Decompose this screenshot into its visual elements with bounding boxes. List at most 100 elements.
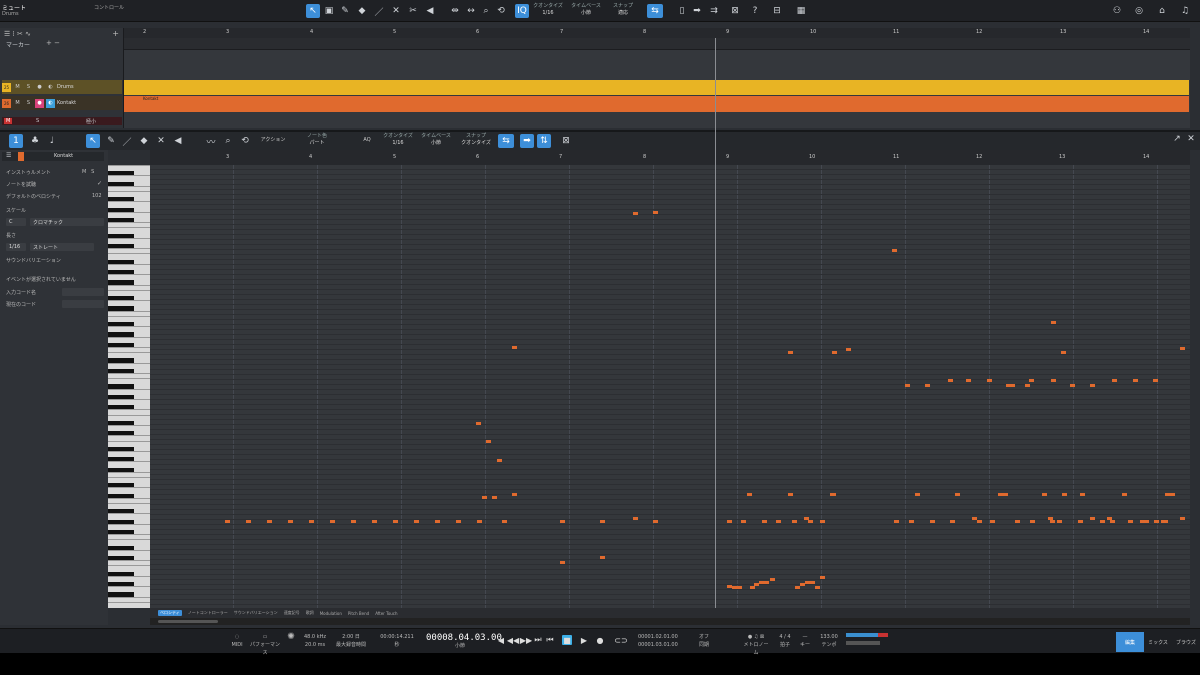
editor-mute-button[interactable]: ✕ bbox=[154, 134, 168, 148]
end-button[interactable]: ⏭ bbox=[533, 635, 543, 645]
timebase-select[interactable]: タイムベース 小節 bbox=[570, 3, 602, 17]
midi-note[interactable] bbox=[820, 576, 825, 579]
editor-grid-button[interactable]: ⊠ bbox=[559, 134, 573, 148]
action-menu[interactable]: アクション bbox=[256, 137, 290, 144]
midi-note[interactable] bbox=[948, 379, 953, 382]
midi-note[interactable] bbox=[372, 520, 377, 523]
track-header-drums[interactable]: 25 M S ● ◐ Drums bbox=[2, 80, 122, 94]
lane-tab[interactable]: サウンドバリエーション bbox=[234, 610, 278, 616]
loop-follow-button[interactable]: ▯ bbox=[675, 4, 689, 18]
midi-note[interactable] bbox=[776, 520, 781, 523]
midi-note[interactable] bbox=[393, 520, 398, 523]
midi-note[interactable] bbox=[792, 520, 797, 523]
loop-button[interactable]: ⊂⊃ bbox=[612, 635, 630, 645]
midi-note[interactable] bbox=[492, 496, 497, 499]
forward-button[interactable]: ▶▶ bbox=[520, 635, 532, 645]
arrangement-ruler[interactable]: 2 3 4 5 6 7 8 9 10 11 12 13 14 bbox=[124, 28, 1190, 38]
midi-note[interactable] bbox=[741, 520, 746, 523]
midi-note[interactable] bbox=[808, 520, 813, 523]
midi-note[interactable] bbox=[1029, 379, 1034, 382]
midi-note[interactable] bbox=[633, 212, 638, 215]
midi-note[interactable] bbox=[1062, 493, 1067, 496]
midi-note[interactable] bbox=[653, 211, 658, 214]
home-icon[interactable]: ⌂ bbox=[1155, 4, 1169, 18]
midi-note[interactable] bbox=[267, 520, 272, 523]
midi-note[interactable] bbox=[788, 493, 793, 496]
listen-tool-button[interactable]: ◀ bbox=[423, 4, 437, 18]
view-browse-tab[interactable]: ブラウズ bbox=[1172, 632, 1200, 652]
midi-note[interactable] bbox=[309, 520, 314, 523]
midi-note[interactable] bbox=[1100, 520, 1105, 523]
midi-note[interactable] bbox=[1170, 493, 1175, 496]
midi-note[interactable] bbox=[1080, 493, 1085, 496]
midi-note[interactable] bbox=[990, 520, 995, 523]
default-velocity-value[interactable]: 102 bbox=[92, 193, 102, 199]
midi-note[interactable] bbox=[915, 493, 920, 496]
editor-timebase-select[interactable]: タイムベース 小節 bbox=[420, 133, 452, 147]
timestretch-button[interactable]: ⇉ bbox=[707, 4, 721, 18]
midi-note[interactable] bbox=[820, 520, 825, 523]
midi-note[interactable] bbox=[633, 517, 638, 520]
midi-note[interactable] bbox=[770, 578, 775, 581]
expand-icon[interactable]: ↗ bbox=[1170, 132, 1184, 146]
midi-note[interactable] bbox=[600, 520, 605, 523]
lane-tab[interactable]: ベロシティ bbox=[158, 610, 182, 616]
midi-note[interactable] bbox=[1180, 517, 1185, 520]
mute-tool-button[interactable]: ✕ bbox=[389, 4, 403, 18]
editor-arrow-button[interactable]: ↖ bbox=[86, 134, 100, 148]
editor-split-button[interactable]: ⇅ bbox=[537, 134, 551, 148]
midi-note[interactable] bbox=[1051, 379, 1056, 382]
user-icon[interactable]: ⚇ bbox=[1110, 4, 1124, 18]
editor-snap-select[interactable]: スナップ クオンタイズ bbox=[460, 133, 492, 147]
menu-icon[interactable]: ☰ bbox=[6, 152, 11, 159]
midi-note[interactable] bbox=[750, 586, 755, 589]
midi-note[interactable] bbox=[762, 520, 767, 523]
midi-note[interactable] bbox=[477, 520, 482, 523]
midi-note[interactable] bbox=[1163, 520, 1168, 523]
tempo-display[interactable]: 133.00 テンポ bbox=[816, 633, 842, 649]
bend-tool-button[interactable]: ⇹ bbox=[448, 4, 462, 18]
midi-note[interactable] bbox=[1003, 493, 1008, 496]
midi-note[interactable] bbox=[1112, 379, 1117, 382]
split-tool-button[interactable]: ✂ bbox=[406, 4, 420, 18]
midi-note[interactable] bbox=[1180, 347, 1185, 350]
view-mix-tab[interactable]: ミックス bbox=[1144, 632, 1172, 652]
midi-note[interactable] bbox=[246, 520, 251, 523]
monitor-icon[interactable]: ◐ bbox=[46, 83, 55, 92]
close-icon[interactable]: ✕ bbox=[1184, 132, 1198, 146]
midi-note[interactable] bbox=[288, 520, 293, 523]
midi-note[interactable] bbox=[1078, 520, 1083, 523]
lane-tab[interactable]: ノートコントローラー bbox=[188, 610, 228, 616]
midi-note[interactable] bbox=[456, 520, 461, 523]
input-chord-field[interactable] bbox=[62, 288, 104, 296]
midi-note[interactable] bbox=[930, 520, 935, 523]
midi-note[interactable] bbox=[1057, 520, 1062, 523]
loop-range[interactable]: 00001.02.01.00 00001.03.01.00 bbox=[638, 633, 692, 649]
key-display[interactable]: — キー bbox=[798, 633, 812, 649]
midi-note[interactable] bbox=[351, 520, 356, 523]
midi-note[interactable] bbox=[894, 520, 899, 523]
midi-note[interactable] bbox=[846, 348, 851, 351]
midi-note[interactable] bbox=[1090, 517, 1095, 520]
editor-listen-button[interactable]: ◀ bbox=[171, 134, 185, 148]
midi-note[interactable] bbox=[950, 520, 955, 523]
autoscroll-button[interactable]: ➡ bbox=[690, 4, 704, 18]
midi-note[interactable] bbox=[1122, 493, 1127, 496]
instrument-header[interactable]: ☰ Kontakt bbox=[2, 152, 104, 161]
piano-roll-grid[interactable] bbox=[150, 165, 1190, 608]
stretch-tool-button[interactable]: ↔ bbox=[464, 4, 478, 18]
bell-icon[interactable]: ♫ bbox=[1178, 4, 1192, 18]
midi-note[interactable] bbox=[987, 379, 992, 382]
midi-note[interactable] bbox=[1025, 384, 1030, 387]
playhead[interactable] bbox=[715, 38, 716, 610]
midi-note[interactable] bbox=[414, 520, 419, 523]
editor-ruler[interactable]: 3 4 5 6 7 8 9 10 11 12 13 14 bbox=[150, 150, 1190, 165]
marker-track[interactable] bbox=[124, 38, 1190, 50]
horizontal-scrollbar[interactable] bbox=[150, 618, 1190, 625]
lane-tab[interactable]: 歌詞 bbox=[306, 610, 314, 616]
midi-note[interactable] bbox=[925, 384, 930, 387]
midi-note[interactable] bbox=[1153, 379, 1158, 382]
midi-note[interactable] bbox=[909, 520, 914, 523]
midi-note[interactable] bbox=[832, 351, 837, 354]
midi-note[interactable] bbox=[1042, 493, 1047, 496]
